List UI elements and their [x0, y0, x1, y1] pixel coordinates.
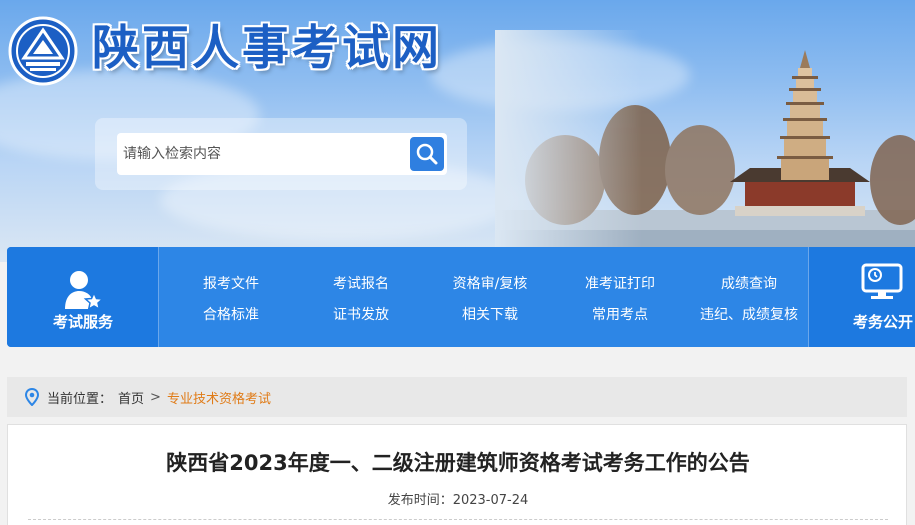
- article-title: 陕西省2023年度一、二级注册建筑师资格考试考务工作的公告: [166, 451, 750, 475]
- nav-links: 报考文件 考试报名 资格审/复核 准考证打印 成绩查询 合格标准 证书发放 相关…: [159, 247, 808, 347]
- monitor-clock-icon: [861, 263, 903, 299]
- breadcrumb-current[interactable]: 专业技术资格考试: [167, 388, 271, 407]
- site-logo-icon: [8, 16, 78, 86]
- nav-link-downloads[interactable]: 相关下载: [462, 304, 518, 324]
- location-pin-icon: [25, 388, 39, 406]
- nav-link-admission-ticket[interactable]: 准考证打印: [585, 273, 655, 293]
- nav-link-exam-sites[interactable]: 常用考点: [592, 304, 648, 324]
- main-nav: 考试服务 报考文件 考试报名 资格审/复核 准考证打印 成绩查询 合格标准 证书…: [7, 247, 915, 347]
- nav-link-documents[interactable]: 报考文件: [203, 273, 259, 293]
- site-title: 陕西人事考试网: [92, 21, 442, 76]
- breadcrumb-separator: >: [150, 389, 161, 405]
- search-box: [95, 118, 467, 190]
- nav-exam-affairs[interactable]: 考务公开: [808, 247, 915, 347]
- nav-link-registration[interactable]: 考试报名: [333, 273, 389, 293]
- search-icon: [416, 143, 438, 165]
- breadcrumb-prefix: 当前位置：: [47, 391, 113, 407]
- article-divider: [28, 519, 888, 520]
- nav-link-certificate[interactable]: 证书发放: [333, 304, 389, 324]
- user-star-icon: [65, 271, 103, 311]
- breadcrumb-home[interactable]: 首页: [118, 388, 144, 407]
- nav-link-pass-standard[interactable]: 合格标准: [203, 304, 259, 324]
- publish-date: 2023-07-24: [452, 493, 529, 508]
- nav-link-score-query[interactable]: 成绩查询: [721, 273, 777, 293]
- article-panel: 陕西省2023年度一、二级注册建筑师资格考试考务工作的公告 发布时间：2023-…: [7, 424, 907, 525]
- nav-exam-service-label: 考试服务: [52, 313, 113, 331]
- pagoda-scenery-image: [495, 30, 915, 262]
- nav-link-qualification-review[interactable]: 资格审/复核: [453, 273, 528, 293]
- nav-exam-service[interactable]: 考试服务: [7, 247, 159, 347]
- header-banner: 陕西人事考试网: [0, 0, 915, 262]
- nav-link-violation-review[interactable]: 违纪、成绩复核: [700, 304, 798, 324]
- breadcrumb: 当前位置： 首页 > 专业技术资格考试: [7, 377, 907, 417]
- search-button[interactable]: [408, 135, 446, 173]
- search-input[interactable]: [117, 133, 447, 175]
- nav-exam-affairs-label: 考务公开: [853, 313, 914, 331]
- article-meta: 发布时间：2023-07-24: [8, 489, 908, 508]
- publish-date-label: 发布时间：: [387, 493, 453, 508]
